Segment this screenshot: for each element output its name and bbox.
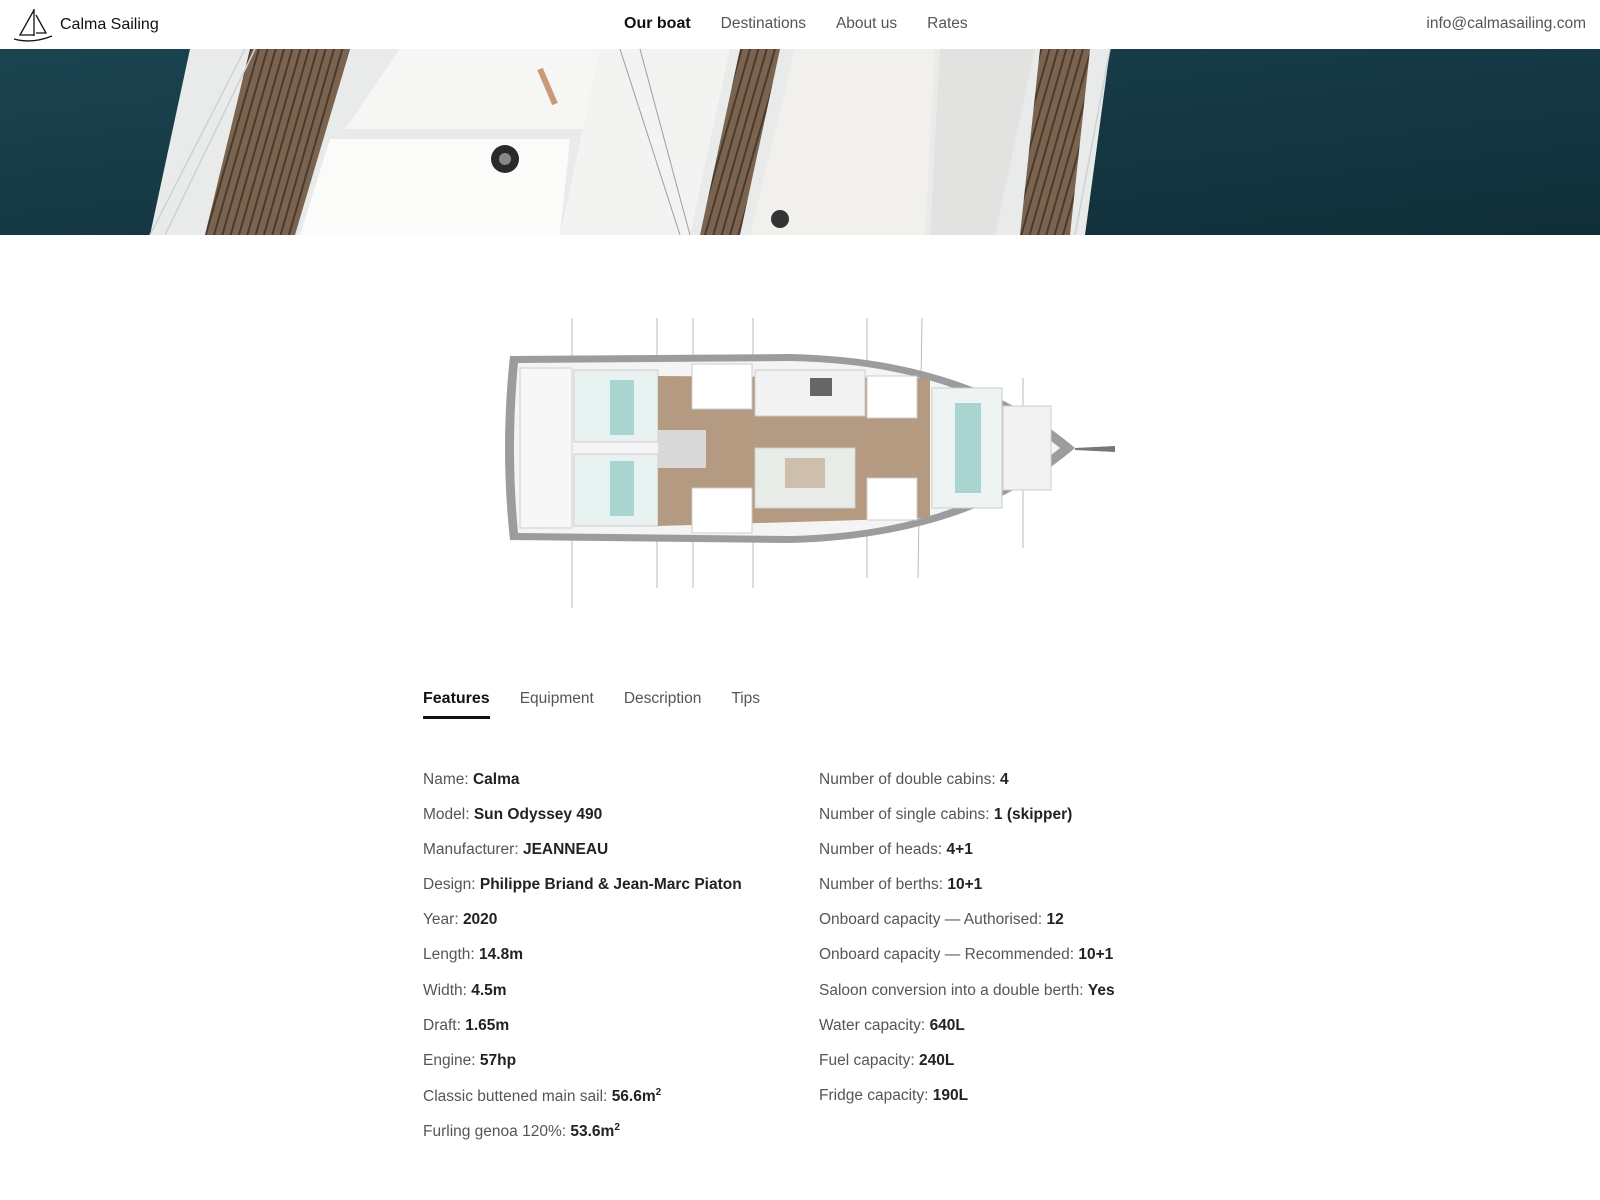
spec-berths: Number of berths: 10+1 <box>819 876 983 894</box>
brand-name: Calma Sailing <box>60 16 159 33</box>
tab-description[interactable]: Description <box>624 690 702 719</box>
spec-genoa: Furling genoa 120%: 53.6m2 <box>423 1121 620 1141</box>
spec-capacity-authorised: Onboard capacity — Authorised: 12 <box>819 911 1064 929</box>
spec-year: Year: 2020 <box>423 911 498 929</box>
hero-boat-image <box>0 49 1600 235</box>
brand-logo-link[interactable]: Calma Sailing <box>12 6 159 44</box>
nav-about-us[interactable]: About us <box>836 15 897 33</box>
spec-width: Width: 4.5m <box>423 981 507 999</box>
spec-draft: Draft: 1.65m <box>423 1016 510 1034</box>
tab-features[interactable]: Features <box>423 690 490 719</box>
spec-model: Model: Sun Odyssey 490 <box>423 806 603 824</box>
spec-fuel-capacity: Fuel capacity: 240L <box>819 1051 955 1069</box>
spec-design: Design: Philippe Briand & Jean-Marc Piat… <box>423 876 742 894</box>
spec-water-capacity: Water capacity: 640L <box>819 1016 965 1034</box>
spec-capacity-recommended: Onboard capacity — Recommended: 10+1 <box>819 946 1114 964</box>
main-nav: Our boat Destinations About us Rates <box>624 15 998 33</box>
spec-name: Name: Calma <box>423 771 520 788</box>
contact-email-link[interactable]: info@calmasailing.com <box>1426 15 1586 33</box>
spec-double-cabins: Number of double cabins: 4 <box>819 771 1009 788</box>
tab-equipment[interactable]: Equipment <box>520 690 594 719</box>
features-tabs: Features Equipment Description Tips <box>423 690 790 719</box>
sailboat-logo-icon <box>13 9 53 42</box>
spec-single-cabins: Number of single cabins: 1 (skipper) <box>819 806 1073 824</box>
spec-engine: Engine: 57hp <box>423 1051 517 1069</box>
tab-tips[interactable]: Tips <box>731 690 760 719</box>
spec-length: Length: 14.8m <box>423 946 523 964</box>
boat-layout-plan-image <box>490 317 1140 608</box>
spec-main-sail: Classic buttened main sail: 56.6m2 <box>423 1086 662 1105</box>
specs-right-column: Number of double cabins: 4 Number of sin… <box>819 771 1115 1122</box>
nav-destinations[interactable]: Destinations <box>721 15 806 33</box>
spec-manufacturer: Manufacturer: JEANNEAU <box>423 841 609 859</box>
site-header: Calma Sailing Our boat Destinations Abou… <box>0 0 1600 49</box>
spec-fridge-capacity: Fridge capacity: 190L <box>819 1086 969 1104</box>
nav-rates[interactable]: Rates <box>927 15 968 33</box>
spec-heads: Number of heads: 4+1 <box>819 841 973 859</box>
specs-left-column: Name: Calma Model: Sun Odyssey 490 Manuf… <box>423 771 742 1157</box>
spec-saloon-conversion: Saloon conversion into a double berth: Y… <box>819 981 1115 999</box>
nav-our-boat[interactable]: Our boat <box>624 15 691 33</box>
